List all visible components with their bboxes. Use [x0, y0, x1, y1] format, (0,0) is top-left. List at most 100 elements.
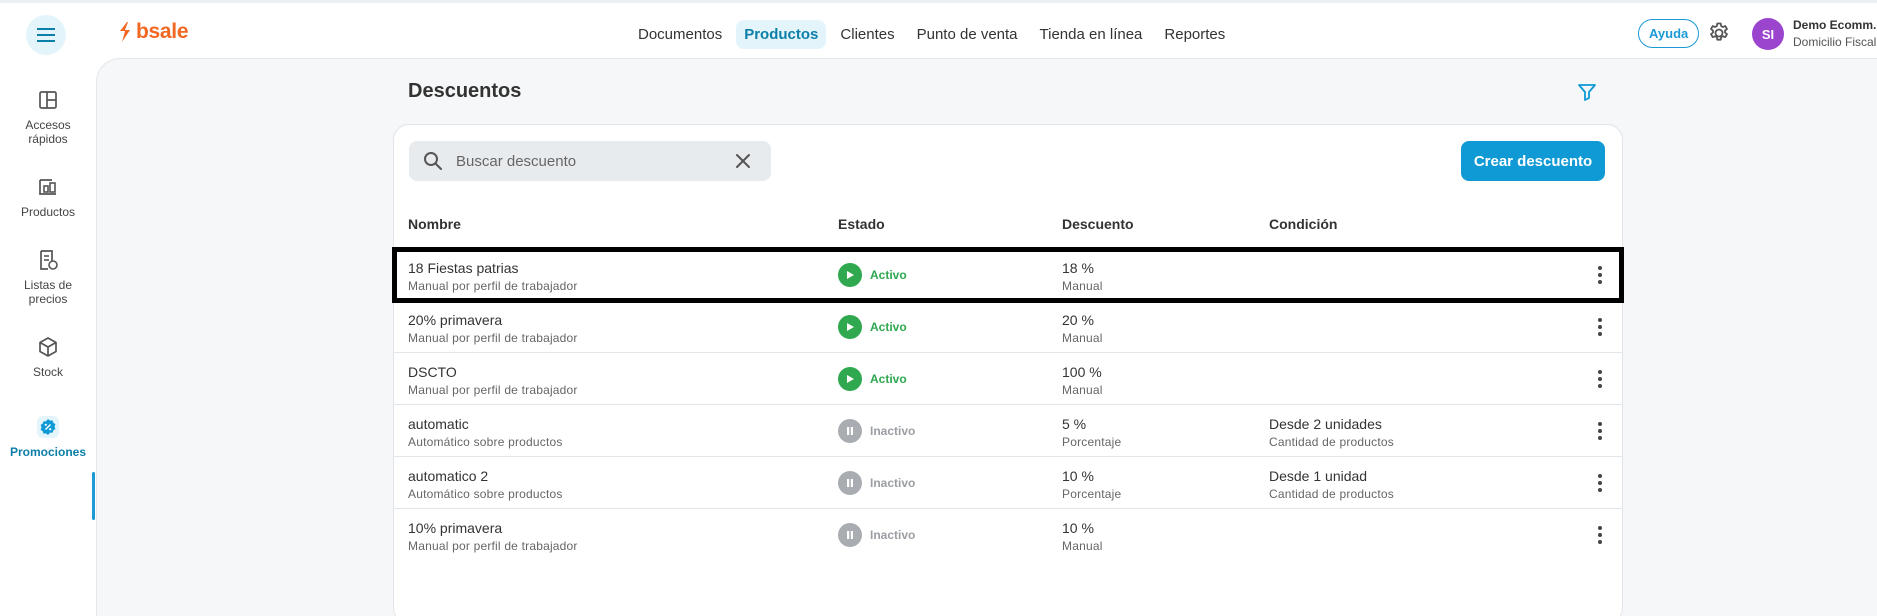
nav-documentos[interactable]: Documentos: [630, 20, 730, 49]
column-header-descuento[interactable]: Descuento: [1062, 216, 1134, 232]
sidebar-item-label: rápidos: [28, 132, 68, 146]
table-row[interactable]: 20% primavera Manual por perfil de traba…: [394, 301, 1622, 353]
gear-icon[interactable]: [1707, 21, 1731, 45]
sidebar-item-label: Productos: [20, 205, 76, 219]
discount-value: 18 %: [1062, 260, 1094, 276]
discount-name[interactable]: 20% primavera: [408, 312, 502, 328]
more-options-icon[interactable]: [1590, 263, 1610, 287]
products-icon: [39, 179, 56, 195]
sidebar-item-label: Stock: [32, 365, 63, 379]
discount-name[interactable]: automatic: [408, 416, 469, 432]
status-badge: Inactivo: [838, 471, 915, 495]
filter-icon[interactable]: [1577, 82, 1597, 102]
sidebar-item-label: Listas de: [23, 278, 73, 292]
status-label: Activo: [870, 372, 907, 386]
discount-type: Automático sobre productos: [408, 487, 563, 501]
status-label: Inactivo: [870, 424, 916, 438]
nav-clientes[interactable]: Clientes: [832, 20, 902, 49]
status-label: Activo: [870, 320, 907, 334]
create-discount-button[interactable]: Crear descuento: [1461, 141, 1605, 181]
discount-condition: Desde 2 unidades: [1269, 416, 1382, 432]
discount-value-type: Manual: [1062, 279, 1103, 293]
discount-type: Automático sobre productos: [408, 435, 563, 449]
column-header-estado[interactable]: Estado: [838, 216, 885, 232]
nav-tienda-en-linea[interactable]: Tienda en línea: [1032, 20, 1151, 49]
sidebar-item-listas-de-precios[interactable]: Listas de precios: [0, 248, 96, 306]
sidebar-item-promociones[interactable]: Promociones: [0, 415, 96, 459]
play-icon: [838, 263, 862, 287]
more-options-icon[interactable]: [1590, 471, 1610, 495]
play-icon: [838, 315, 862, 339]
sidebar-active-indicator: [92, 472, 95, 520]
sidebar-item-label: precios: [28, 292, 68, 306]
discount-condition-type: Cantidad de productos: [1269, 435, 1394, 449]
status-badge: Inactivo: [838, 419, 915, 443]
column-header-nombre[interactable]: Nombre: [408, 216, 461, 232]
discount-name[interactable]: 18 Fiestas patrias: [408, 260, 519, 276]
sidebar-item-productos[interactable]: Productos: [0, 175, 96, 219]
sidebar-item-label: Accesos: [25, 118, 71, 132]
table-row[interactable]: 18 Fiestas patrias Manual por perfil de …: [392, 247, 1624, 303]
more-options-icon[interactable]: [1590, 315, 1610, 339]
status-badge: Activo: [838, 263, 907, 287]
more-options-icon[interactable]: [1590, 523, 1610, 547]
bsale-logo-icon: [120, 22, 130, 42]
status-label: Inactivo: [870, 528, 916, 542]
discount-value: 10 %: [1062, 520, 1094, 536]
more-options-icon[interactable]: [1590, 419, 1610, 443]
price-list-icon: [40, 250, 58, 270]
discount-type: Manual por perfil de trabajador: [408, 383, 578, 397]
discount-value-type: Porcentaje: [1062, 487, 1122, 501]
avatar[interactable]: SI: [1752, 18, 1784, 50]
status-label: Activo: [870, 268, 907, 282]
user-name[interactable]: Demo Ecomm.: [1793, 18, 1876, 32]
nav-reportes[interactable]: Reportes: [1156, 20, 1233, 49]
close-icon[interactable]: [734, 152, 752, 170]
discount-name[interactable]: 10% primavera: [408, 520, 502, 536]
hamburger-menu-button[interactable]: [26, 15, 66, 55]
sidebar-item-label: Promociones: [9, 445, 87, 459]
brand-logo[interactable]: bsale: [118, 20, 189, 44]
table-row[interactable]: 10% primavera Manual por perfil de traba…: [394, 509, 1622, 561]
discount-value-type: Manual: [1062, 539, 1103, 553]
discount-value: 5 %: [1062, 416, 1087, 432]
search-input[interactable]: [456, 141, 726, 181]
main-nav: Documentos Productos Clientes Punto de v…: [630, 20, 1233, 49]
discount-type: Manual por perfil de trabajador: [408, 331, 578, 345]
discount-value-type: Manual: [1062, 331, 1103, 345]
status-badge: Inactivo: [838, 523, 915, 547]
sidebar: Accesos rápidos Productos Listas de prec…: [0, 60, 96, 616]
sidebar-item-stock[interactable]: Stock: [0, 335, 96, 379]
help-button[interactable]: Ayuda: [1638, 19, 1700, 48]
hamburger-icon: [37, 28, 55, 42]
percent-badge-icon: [37, 416, 59, 438]
nav-punto-de-venta[interactable]: Punto de venta: [909, 20, 1026, 49]
sidebar-item-accesos-rapidos[interactable]: Accesos rápidos: [0, 88, 96, 146]
discount-name[interactable]: automatico 2: [408, 468, 488, 484]
pause-icon: [838, 523, 862, 547]
box-icon: [39, 337, 57, 357]
discount-value-type: Manual: [1062, 383, 1103, 397]
status-badge: Activo: [838, 315, 907, 339]
top-bar: bsale Documentos Productos Clientes Punt…: [0, 0, 1877, 60]
user-subtitle: Domicilio Fiscal: [1793, 35, 1877, 49]
table-row[interactable]: DSCTO Manual por perfil de trabajador Ac…: [394, 353, 1622, 405]
play-icon: [838, 367, 862, 391]
discount-value: 10 %: [1062, 468, 1094, 484]
more-options-icon[interactable]: [1590, 367, 1610, 391]
table-row[interactable]: automatico 2 Automático sobre productos …: [394, 457, 1622, 509]
discount-condition-type: Cantidad de productos: [1269, 487, 1394, 501]
pause-icon: [838, 419, 862, 443]
table-row[interactable]: automatic Automático sobre productos Ina…: [394, 405, 1622, 457]
search-icon: [424, 152, 442, 170]
nav-productos[interactable]: Productos: [736, 20, 827, 49]
brand-name: bsale: [136, 20, 189, 43]
search-box: [409, 141, 771, 181]
discount-name[interactable]: DSCTO: [408, 364, 457, 380]
status-badge: Activo: [838, 367, 907, 391]
page-title: Descuentos: [408, 80, 522, 102]
discount-value: 100 %: [1062, 364, 1102, 380]
column-header-condicion[interactable]: Condición: [1269, 216, 1337, 232]
status-label: Inactivo: [870, 476, 916, 490]
discount-type: Manual por perfil de trabajador: [408, 539, 578, 553]
